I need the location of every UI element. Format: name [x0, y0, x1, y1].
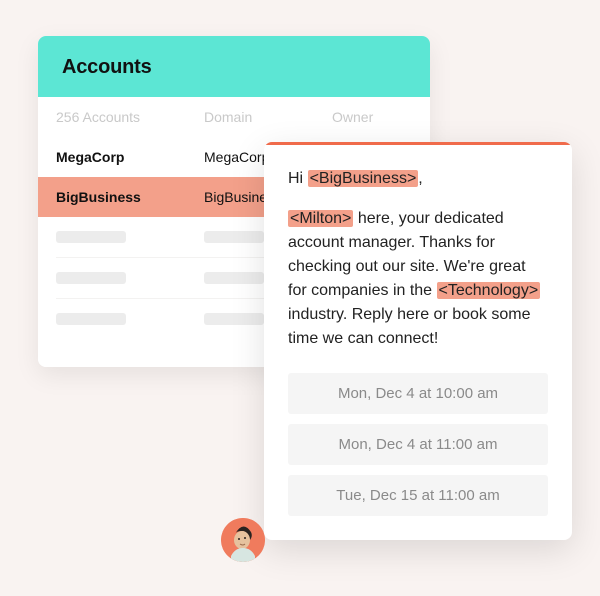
rep-avatar [221, 518, 265, 562]
accounts-count: 256 Accounts [56, 109, 186, 125]
column-owner: Owner [332, 109, 412, 125]
accounts-column-headers: 256 Accounts Domain Owner [38, 97, 430, 137]
time-slot-list: Mon, Dec 4 at 10:00 am Mon, Dec 4 at 11:… [288, 373, 548, 516]
token-company: <BigBusiness> [308, 170, 419, 187]
accounts-header: Accounts [38, 36, 430, 97]
token-industry: <Technology> [437, 282, 541, 299]
chat-preview-panel: Hi <BigBusiness>, <Milton> here, your de… [264, 142, 572, 540]
time-slot[interactable]: Tue, Dec 15 at 11:00 am [288, 475, 548, 516]
column-domain: Domain [204, 109, 314, 125]
token-rep: <Milton> [288, 210, 353, 227]
chat-message: Hi <BigBusiness>, <Milton> here, your de… [288, 167, 548, 351]
body-text: industry. Reply here or book some time w… [288, 306, 530, 347]
greeting-suffix: , [418, 170, 422, 187]
time-slot[interactable]: Mon, Dec 4 at 11:00 am [288, 424, 548, 465]
greeting-prefix: Hi [288, 170, 308, 187]
time-slot[interactable]: Mon, Dec 4 at 10:00 am [288, 373, 548, 414]
accounts-title: Accounts [62, 56, 406, 79]
account-name: MegaCorp [56, 149, 186, 165]
avatar-icon [221, 518, 265, 562]
account-name: BigBusiness [56, 189, 186, 205]
